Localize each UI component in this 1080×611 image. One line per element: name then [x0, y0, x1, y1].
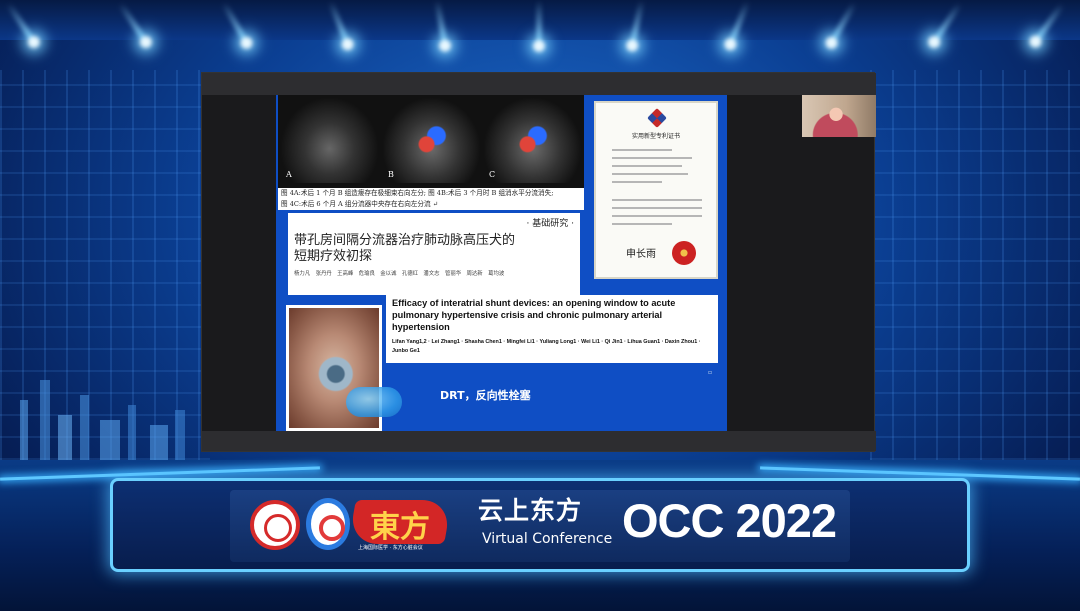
echo-image-panel: A B C [278, 95, 584, 188]
city-skyline [0, 360, 200, 460]
mouse-cursor-icon: ▫ [708, 369, 713, 376]
oriental-logo-text: 東方 [370, 510, 430, 545]
speaker-webcam [802, 95, 876, 137]
paper-title: 带孔房间隔分流器治疗肺动脉高压犬的 短期疗效初探 [294, 233, 515, 265]
oriental-logo-subtitle: 上海国际医学 · 东方心脏会议 [358, 545, 423, 551]
society-logo-icon [250, 500, 300, 550]
certificate-emblem-icon [647, 108, 667, 128]
certificate-seal-icon [672, 241, 696, 265]
stage-spotlight-icon [533, 0, 545, 52]
certificate-signature: 申长雨 [626, 249, 656, 260]
certificate-text-line [612, 149, 672, 151]
paper-section: · 基础研究 · [526, 219, 574, 229]
certificate-text-line [612, 157, 692, 159]
slide: A B C 图 4A:术后 1 个月 B 组造瘘存在极细束右向左分; 图 4B:… [276, 95, 727, 431]
brand-cloud-text: 云上东方 [478, 496, 583, 525]
chinese-paper-clip: · 基础研究 · 带孔房间隔分流器治疗肺动脉高压犬的 短期疗效初探 杨力凡 张丹… [288, 213, 580, 295]
echo-image-b: B [382, 97, 481, 183]
brand-virtual-text: Virtual Conference [482, 531, 613, 547]
patent-certificate: 实用新型专利证书 申长雨 [594, 101, 718, 279]
echo-image-a: A [280, 97, 379, 183]
paper-title-line: 带孔房间隔分流器治疗肺动脉高压犬的 [294, 233, 516, 248]
certificate-text-line [612, 181, 662, 183]
oriental-logo-icon: 東方 上海国际医学 · 东方心脏会议 [348, 492, 452, 554]
echo-caption: 图 4A:术后 1 个月 B 组造瘘存在极细束右向左分; 图 4B:术后 3 个… [278, 188, 584, 210]
screen-top-bar [202, 73, 876, 95]
paper-title: Efficacy of interatrial shunt devices: a… [392, 298, 676, 332]
echo-label: B [388, 170, 394, 179]
decorative-pill [346, 387, 402, 417]
echo-label: A [286, 170, 292, 179]
echo-image-c: C [483, 97, 582, 183]
certificate-text-line [612, 207, 702, 209]
certificate-text-line [612, 199, 702, 201]
echo-caption-line: 图 4A:术后 1 个月 B 组造瘘存在极细束右向左分; 图 4B:术后 3 个… [281, 189, 554, 197]
paper-title-line: 短期疗效初探 [294, 249, 373, 264]
english-paper-clip: Efficacy of interatrial shunt devices: a… [386, 295, 718, 363]
echo-caption-line: 图 4C:术后 6 个月 A 组分流器中央存在右向左分流 ↵ [281, 200, 439, 208]
cloud-logo-icon: 云上东方 Virtual Conference [478, 489, 613, 549]
drt-label: DRT，反向性栓塞 [440, 389, 531, 402]
paper-authors: Lifan Yang1,2 · Lei Zhang1 · Shasha Chen… [392, 339, 701, 354]
certificate-text-line [612, 223, 672, 225]
brand-occ-text: OCC 2022 [622, 494, 837, 547]
certificate-text-line [612, 165, 682, 167]
stage-wall-right [870, 70, 1080, 460]
paper-authors: 杨力凡 张丹丹 王高峰 危瑜良 金以诚 孔德红 潘文志 管丽华 周达新 葛均波 [294, 271, 505, 277]
presentation-screen: A B C 图 4A:术后 1 个月 B 组造瘘存在极细束右向左分; 图 4B:… [201, 72, 876, 452]
echo-label: C [489, 170, 496, 179]
certificate-text-line [612, 173, 688, 175]
heart-logo-icon [306, 498, 350, 550]
certificate-text-line [612, 215, 702, 217]
certificate-title: 实用新型专利证书 [631, 133, 680, 140]
screen-bottom-bar [202, 431, 876, 451]
